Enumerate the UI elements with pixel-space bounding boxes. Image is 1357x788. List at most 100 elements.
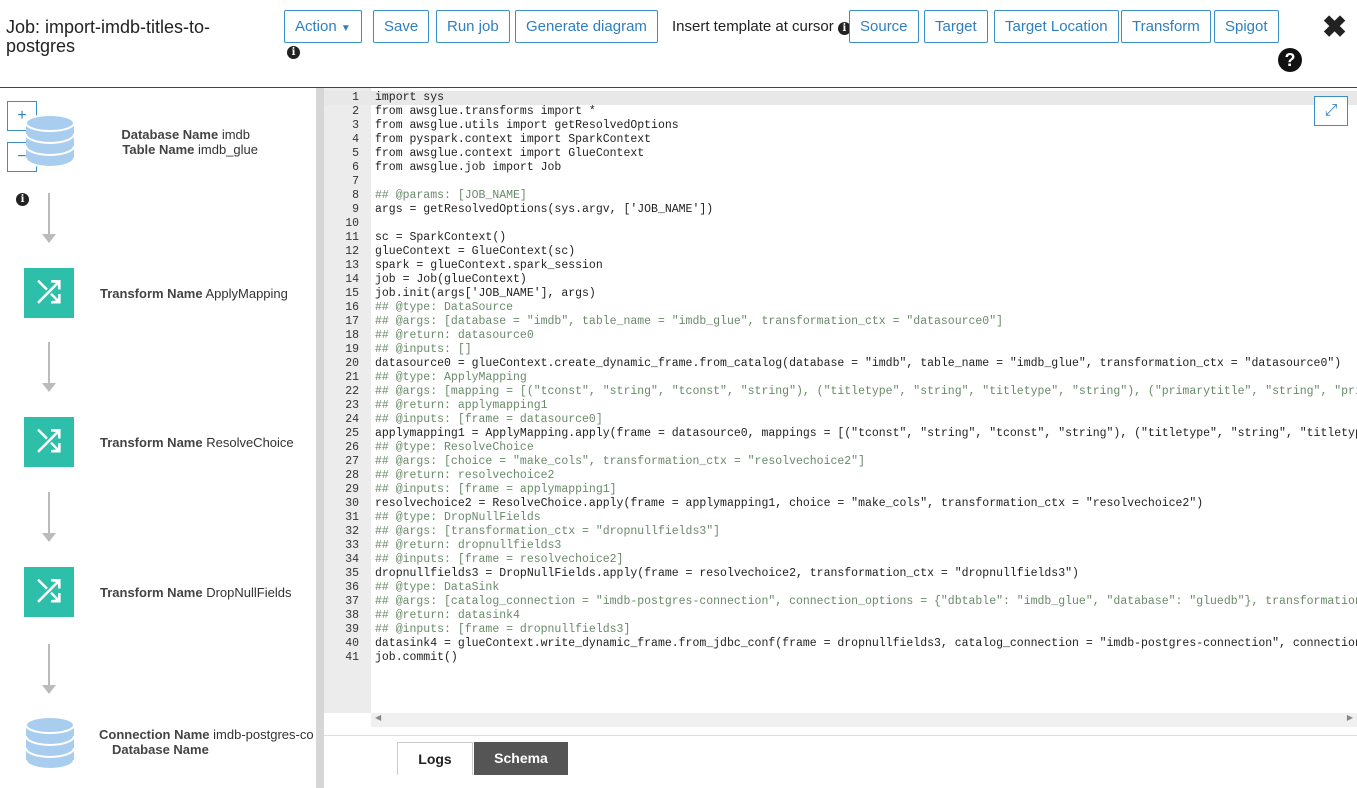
code-line[interactable]: 30 resolvechoice2 = ResolveChoice.apply(f… [324,497,1357,511]
line-text: ## @args: [choice = "make_cols", transfo… [375,455,865,468]
transform-icon[interactable]: ⤮ [24,567,74,617]
line-text: ## @inputs: [frame = dropnullfields3] [375,623,631,636]
code-line[interactable]: 10 [324,217,1357,231]
generate-diagram-button[interactable]: Generate diagram [515,10,658,43]
horizontal-scrollbar[interactable]: ◀ ▶ [371,713,1357,727]
template-source-button[interactable]: Source [849,10,919,43]
code-line[interactable]: 41 job.commit() [324,651,1357,665]
line-text: ## @return: datasink4 [375,609,520,622]
code-line[interactable]: 31 ## @type: DropNullFields [324,511,1357,525]
transform-node-label[interactable]: Transform Name ResolveChoice [100,435,294,450]
target-node-label[interactable]: Connection Name imdb-postgres-co Databas… [99,727,314,757]
panel-resize-handle[interactable] [316,88,324,788]
code-line[interactable]: 36 ## @type: DataSink [324,581,1357,595]
transform-icon[interactable]: ⤮ [24,417,74,467]
template-transform-button[interactable]: Transform [1121,10,1211,43]
run-job-button[interactable]: Run job [436,10,510,43]
code-editor[interactable]: 1 import sys 2 from awsglue.transforms impo… [324,88,1357,728]
code-line[interactable]: 28 ## @return: resolvechoice2 [324,469,1357,483]
code-line[interactable]: 6 from awsglue.job import Job [324,161,1357,175]
tab-logs[interactable]: Logs [397,742,473,775]
code-line[interactable]: 13 spark = glueContext.spark_session [324,259,1357,273]
code-line[interactable]: 11 sc = SparkContext() [324,231,1357,245]
info-icon[interactable]: i [16,193,29,206]
code-line[interactable]: 23 ## @return: applymapping1 [324,399,1357,413]
line-number: 34 [345,553,359,566]
line-text: ## @return: datasource0 [375,329,534,342]
line-number: 26 [345,441,359,454]
code-line[interactable]: 38 ## @return: datasink4 [324,609,1357,623]
fullscreen-button[interactable]: ⤢ [1314,96,1348,126]
flow-arrow [48,342,50,384]
template-spigot-button[interactable]: Spigot [1214,10,1279,43]
code-line[interactable]: 16 ## @type: DataSource [324,301,1357,315]
code-line[interactable]: 22 ## @args: [mapping = [("tconst", "stri… [324,385,1357,399]
line-text: from awsglue.context import GlueContext [375,147,645,160]
line-text: from awsglue.utils import getResolvedOpt… [375,119,679,132]
arrowhead [42,533,56,542]
code-line[interactable]: 27 ## @args: [choice = "make_cols", trans… [324,455,1357,469]
code-line[interactable]: 12 glueContext = GlueContext(sc) [324,245,1357,259]
code-line[interactable]: 1 import sys [324,91,1357,105]
value: DropNullFields [206,585,292,600]
code-content[interactable]: 1 import sys 2 from awsglue.transforms impo… [324,91,1357,665]
code-line[interactable]: 4 from pyspark.context import SparkContex… [324,133,1357,147]
source-node-label[interactable]: Database Name imdb Table Name imdb_glue [80,127,258,157]
code-line[interactable]: 9 args = getResolvedOptions(sys.argv, ['J… [324,203,1357,217]
code-line[interactable]: 19 ## @inputs: [] [324,343,1357,357]
code-line[interactable]: 5 from awsglue.context import GlueContext [324,147,1357,161]
code-line[interactable]: 8 ## @params: [JOB_NAME] [324,189,1357,203]
code-line[interactable]: 25 applymapping1 = ApplyMapping.apply(fra… [324,427,1357,441]
code-line[interactable]: 15 job.init(args['JOB_NAME'], args) [324,287,1357,301]
caret-down-icon: ▼ [340,23,351,34]
code-line[interactable]: 34 ## @inputs: [frame = resolvechoice2] [324,553,1357,567]
help-icon[interactable]: ? [1278,48,1302,72]
line-number: 41 [345,651,359,664]
code-line[interactable]: 21 ## @type: ApplyMapping [324,371,1357,385]
code-line[interactable]: 33 ## @return: dropnullfields3 [324,539,1357,553]
line-text: import sys [375,91,445,104]
code-line[interactable]: 29 ## @inputs: [frame = applymapping1] [324,483,1357,497]
save-button[interactable]: Save [373,10,430,43]
line-text: datasource0 = glueContext.create_dynamic… [375,357,1342,370]
template-target-button[interactable]: Target [924,10,988,43]
code-line[interactable]: 14 job = Job(glueContext) [324,273,1357,287]
line-text: job.commit() [375,651,458,664]
transform-node-label[interactable]: Transform Name DropNullFields [100,585,291,600]
transform-icon[interactable]: ⤮ [24,268,74,318]
code-line[interactable]: 20 datasource0 = glueContext.create_dynam… [324,357,1357,371]
scroll-right-icon[interactable]: ▶ [1347,713,1353,722]
tab-schema[interactable]: Schema [474,742,568,775]
line-text [359,175,375,189]
line-number: 32 [345,525,359,538]
code-line[interactable]: 35 dropnullfields3 = DropNullFields.apply… [324,567,1357,581]
code-line[interactable]: 18 ## @return: datasource0 [324,329,1357,343]
code-line[interactable]: 24 ## @inputs: [frame = datasource0] [324,413,1357,427]
action-dropdown[interactable]: Action ▼ [284,10,362,43]
code-line[interactable]: 17 ## @args: [database = "imdb", table_na… [324,315,1357,329]
code-line[interactable]: 26 ## @type: ResolveChoice [324,441,1357,455]
value: imdb-postgres-co [213,727,314,742]
line-number: 1 [352,91,359,104]
code-line[interactable]: 3 from awsglue.utils import getResolvedOp… [324,119,1357,133]
transform-node-label[interactable]: Transform Name ApplyMapping [100,286,288,301]
code-line[interactable]: 39 ## @inputs: [frame = dropnullfields3] [324,623,1357,637]
info-icon[interactable]: i [287,46,300,59]
code-line[interactable]: 7 [324,175,1357,189]
line-text: ## @args: [transformation_ctx = "dropnul… [375,525,721,538]
arrowhead [42,234,56,243]
line-number: 18 [345,329,359,342]
line-number: 14 [345,273,359,286]
code-line[interactable]: 32 ## @args: [transformation_ctx = "dropn… [324,525,1357,539]
template-target-location-button[interactable]: Target Location [994,10,1119,43]
database-icon [25,114,75,168]
line-number: 25 [345,427,359,440]
line-number: 40 [345,637,359,650]
line-number: 29 [345,483,359,496]
code-line[interactable]: 40 datasink4 = glueContext.write_dynamic_… [324,637,1357,651]
code-line[interactable]: 37 ## @args: [catalog_connection = "imdb-… [324,595,1357,609]
line-number: 35 [345,567,359,580]
scroll-left-icon[interactable]: ◀ [375,713,381,722]
code-line[interactable]: 2 from awsglue.transforms import * [324,105,1357,119]
close-icon[interactable]: ✖ [1322,10,1347,45]
